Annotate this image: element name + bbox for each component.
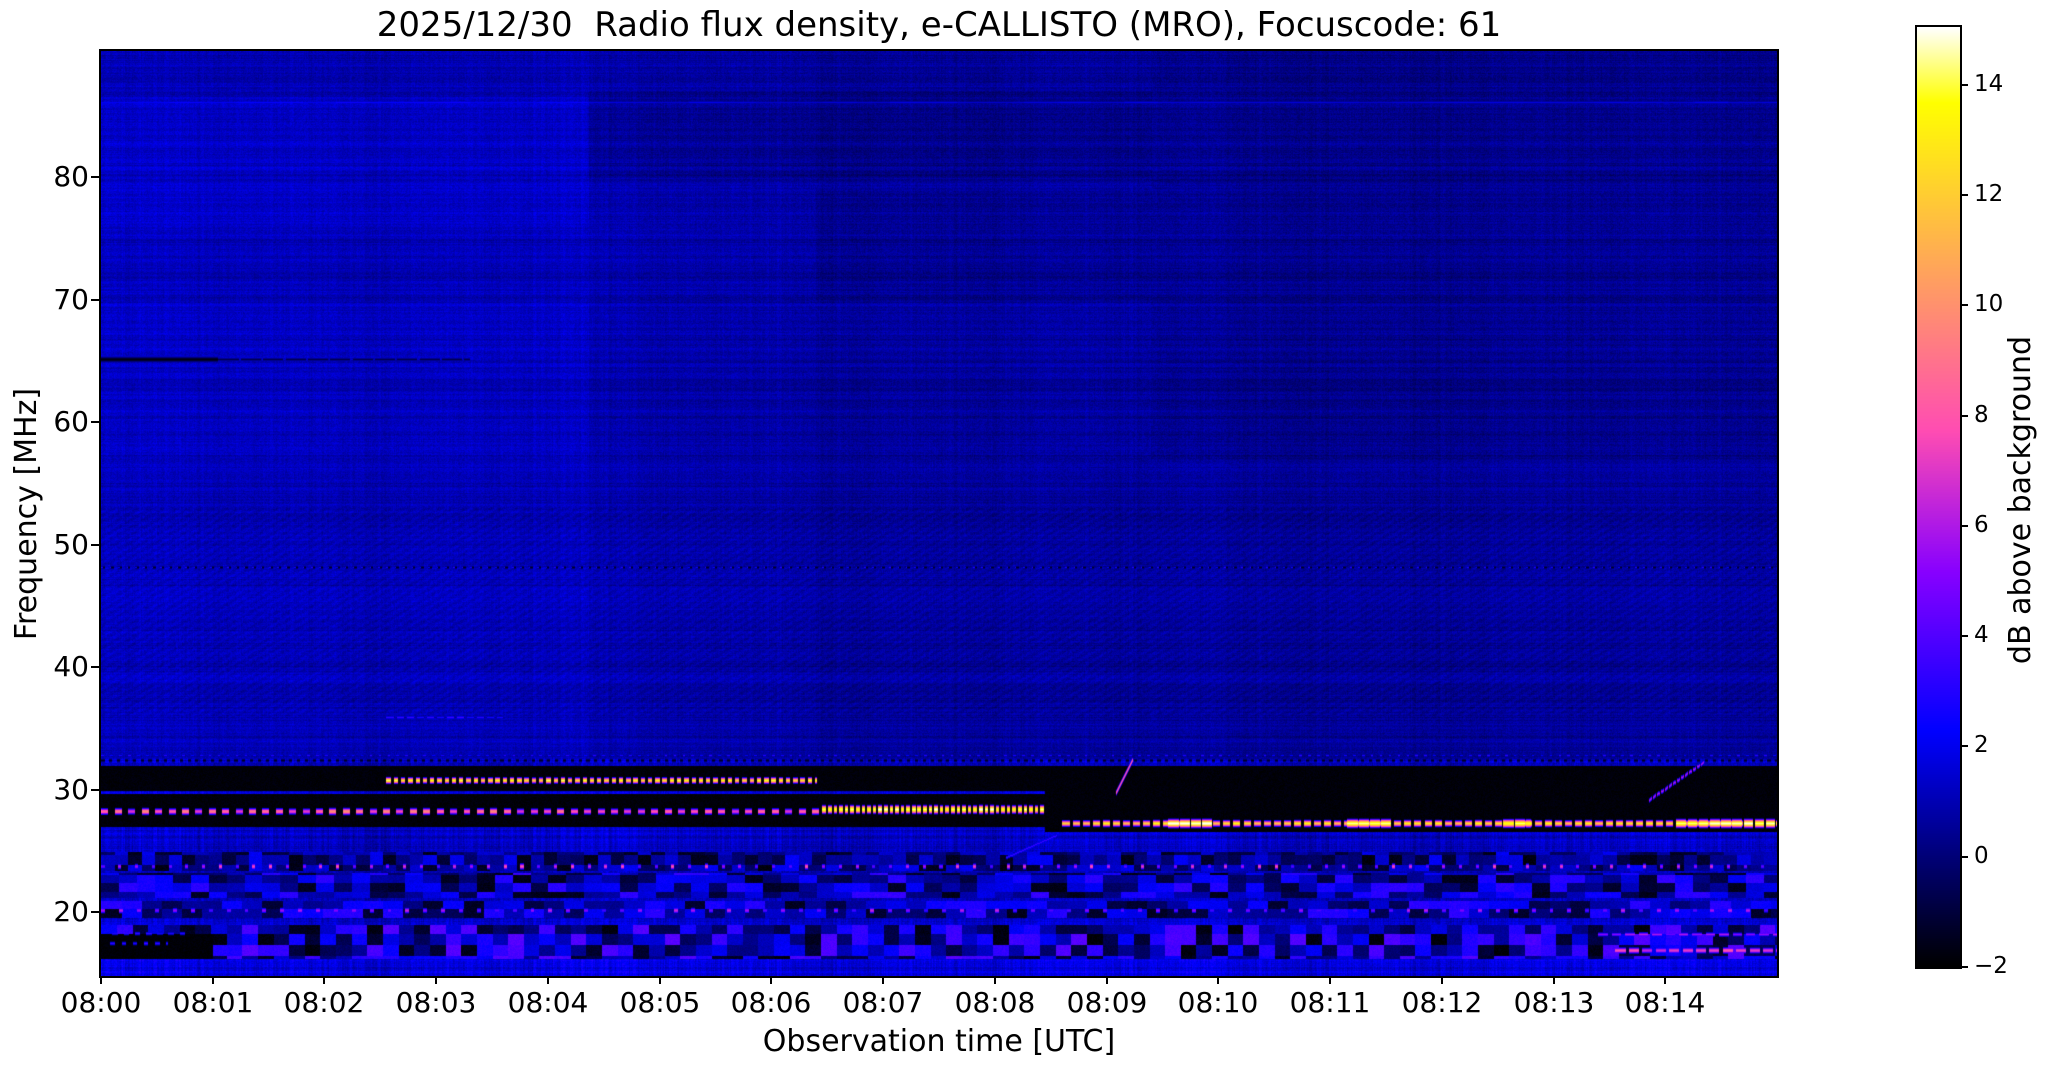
figure-title: 2025/12/30 Radio flux density, e-CALLIST… — [376, 5, 1502, 45]
x-tick-mark — [1217, 976, 1219, 984]
x-tick-mark — [435, 976, 437, 984]
x-axis-label: Observation time [UTC] — [762, 1024, 1116, 1059]
x-tick-mark — [770, 976, 772, 984]
y-tick-mark — [91, 789, 99, 791]
colorbar-tick-label: 6 — [1974, 512, 1989, 538]
y-tick-label: 60 — [53, 405, 89, 438]
colorbar-frame — [1915, 25, 1962, 969]
y-tick-mark — [91, 176, 99, 178]
x-tick-mark — [547, 976, 549, 984]
colorbar-label: dB above background — [2003, 335, 2038, 665]
y-tick-mark — [91, 911, 99, 913]
y-tick-mark — [91, 666, 99, 668]
y-tick-mark — [91, 544, 99, 546]
x-tick-mark — [1553, 976, 1555, 984]
x-tick-mark — [1329, 976, 1331, 984]
x-tick-mark — [1106, 976, 1108, 984]
y-tick-label: 40 — [53, 650, 89, 683]
plot-frame — [99, 49, 1779, 978]
x-tick-mark — [659, 976, 661, 984]
x-tick-mark — [1664, 976, 1666, 984]
colorbar-tick-mark — [1960, 194, 1968, 196]
colorbar-tick-label: 14 — [1974, 71, 2004, 97]
colorbar-tick-mark — [1960, 525, 1968, 527]
x-tick-label: 08:14 — [1624, 986, 1706, 1019]
x-tick-mark — [100, 976, 102, 984]
colorbar-tick-mark — [1960, 304, 1968, 306]
y-tick-label: 70 — [53, 283, 89, 316]
colorbar-tick-mark — [1960, 415, 1968, 417]
spectrogram-figure: 2025/12/30 Radio flux density, e-CALLIST… — [0, 0, 2047, 1067]
x-tick-mark — [1441, 976, 1443, 984]
y-tick-label: 80 — [53, 160, 89, 193]
colorbar-tick-mark — [1960, 745, 1968, 747]
y-tick-mark — [91, 421, 99, 423]
y-tick-label: 50 — [53, 528, 89, 561]
y-tick-label: 20 — [53, 895, 89, 928]
colorbar-tick-label: −2 — [1974, 953, 2008, 979]
colorbar-tick-label: 10 — [1974, 291, 2004, 317]
x-tick-mark — [212, 976, 214, 984]
colorbar-tick-mark — [1960, 856, 1968, 858]
colorbar-tick-mark — [1960, 84, 1968, 86]
x-tick-mark — [882, 976, 884, 984]
x-tick-mark — [994, 976, 996, 984]
colorbar-tick-label: 0 — [1974, 843, 1989, 869]
colorbar-tick-label: 12 — [1974, 181, 2004, 207]
y-tick-label: 30 — [53, 773, 89, 806]
x-tick-mark — [323, 976, 325, 984]
colorbar-tick-label: 2 — [1974, 732, 1989, 758]
colorbar-tick-label: 8 — [1974, 402, 1989, 428]
colorbar-tick-label: 4 — [1974, 622, 1989, 648]
colorbar-tick-mark — [1960, 966, 1968, 968]
colorbar-tick-mark — [1960, 635, 1968, 637]
y-tick-mark — [91, 299, 99, 301]
